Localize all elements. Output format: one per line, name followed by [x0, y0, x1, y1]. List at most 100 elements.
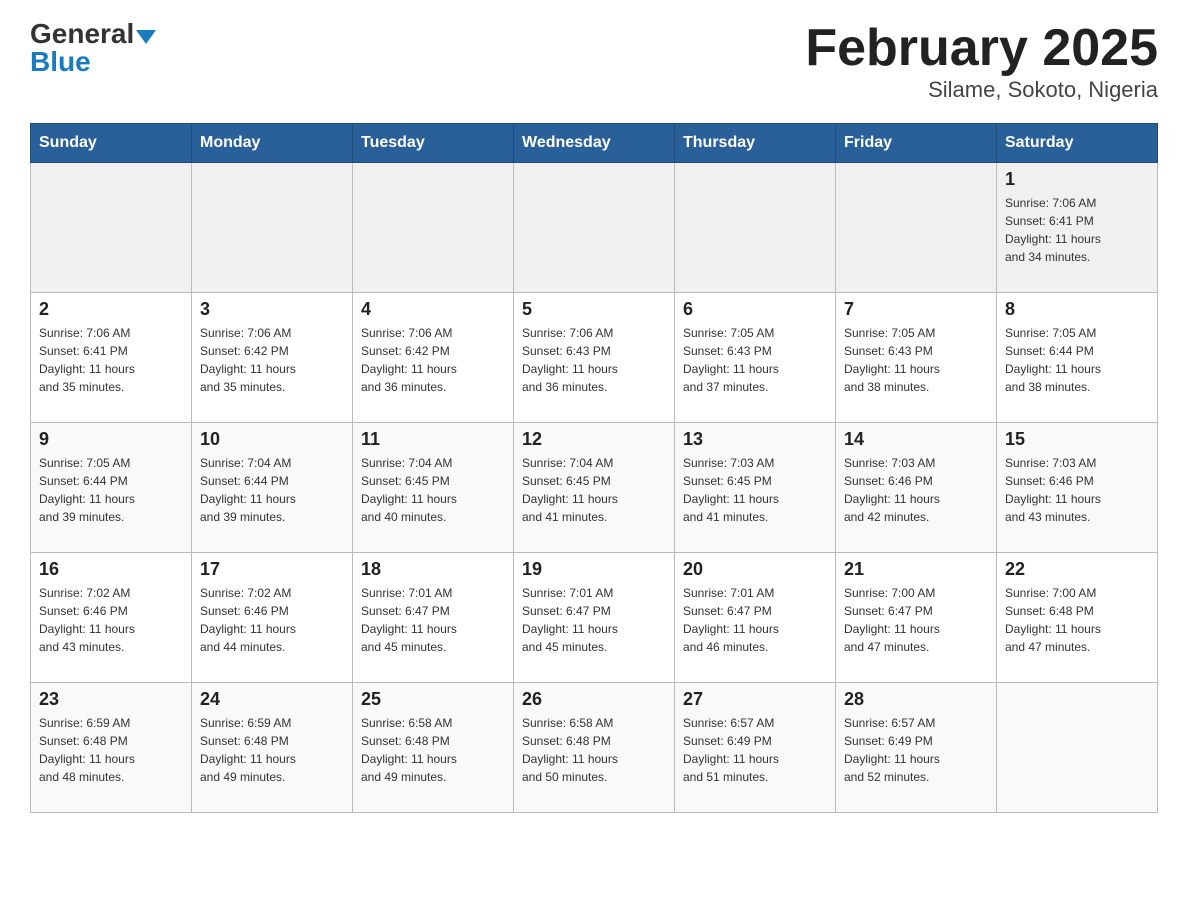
day-info: Sunrise: 7:04 AM Sunset: 6:45 PM Dayligh… [361, 454, 505, 526]
day-number: 17 [200, 559, 344, 580]
day-number: 20 [683, 559, 827, 580]
day-number: 26 [522, 689, 666, 710]
day-number: 6 [683, 299, 827, 320]
day-number: 19 [522, 559, 666, 580]
title-block: February 2025 Silame, Sokoto, Nigeria [805, 20, 1158, 103]
calendar-cell [997, 683, 1158, 813]
day-number: 15 [1005, 429, 1149, 450]
day-info: Sunrise: 7:03 AM Sunset: 6:45 PM Dayligh… [683, 454, 827, 526]
calendar-cell: 16Sunrise: 7:02 AM Sunset: 6:46 PM Dayli… [31, 553, 192, 683]
logo-text: General [30, 20, 156, 48]
col-sunday: Sunday [31, 124, 192, 163]
calendar-cell: 11 Sunrise: 7:04 AM Sunset: 6:45 PM Dayli… [353, 423, 514, 553]
logo-blue: Blue [30, 48, 91, 76]
calendar-cell: 25 Sunrise: 6:58 AM Sunset: 6:48 PM Dayli… [353, 683, 514, 813]
day-number: 8 [1005, 299, 1149, 320]
calendar-cell: 21Sunrise: 7:00 AM Sunset: 6:47 PM Dayli… [836, 553, 997, 683]
calendar-cell [675, 163, 836, 293]
calendar-cell: 10 Sunrise: 7:04 AM Sunset: 6:44 PM Dayli… [192, 423, 353, 553]
day-number: 9 [39, 429, 183, 450]
logo-triangle-icon [136, 30, 156, 44]
day-number: 22 [1005, 559, 1149, 580]
calendar-cell: 12 Sunrise: 7:04 AM Sunset: 6:45 PM Dayli… [514, 423, 675, 553]
calendar-week-5: 23 Sunrise: 6:59 AM Sunset: 6:48 PM Dayli… [31, 683, 1158, 813]
day-number: 21 [844, 559, 988, 580]
logo: General Blue [30, 20, 156, 76]
calendar-header: Sunday Monday Tuesday Wednesday Thursday… [31, 124, 1158, 163]
day-info: Sunrise: 7:03 AM Sunset: 6:46 PM Dayligh… [1005, 454, 1149, 526]
day-number: 10 [200, 429, 344, 450]
calendar-week-2: 2 Sunrise: 7:06 AM Sunset: 6:41 PM Daylig… [31, 293, 1158, 423]
day-info: Sunrise: 7:06 AM Sunset: 6:42 PM Dayligh… [361, 324, 505, 396]
calendar-cell: 3Sunrise: 7:06 AM Sunset: 6:42 PM Daylig… [192, 293, 353, 423]
day-number: 25 [361, 689, 505, 710]
calendar-cell: 26 Sunrise: 6:58 AM Sunset: 6:48 PM Dayli… [514, 683, 675, 813]
day-info: Sunrise: 7:05 AM Sunset: 6:43 PM Dayligh… [683, 324, 827, 396]
calendar-cell: 17Sunrise: 7:02 AM Sunset: 6:46 PM Dayli… [192, 553, 353, 683]
day-info: Sunrise: 6:59 AM Sunset: 6:48 PM Dayligh… [200, 714, 344, 786]
calendar-cell: 4 Sunrise: 7:06 AM Sunset: 6:42 PM Daylig… [353, 293, 514, 423]
col-wednesday: Wednesday [514, 124, 675, 163]
day-info: Sunrise: 7:00 AM Sunset: 6:48 PM Dayligh… [1005, 584, 1149, 656]
day-info: Sunrise: 7:06 AM Sunset: 6:43 PM Dayligh… [522, 324, 666, 396]
day-number: 3 [200, 299, 344, 320]
calendar-cell [836, 163, 997, 293]
calendar-cell: 18Sunrise: 7:01 AM Sunset: 6:47 PM Dayli… [353, 553, 514, 683]
col-friday: Friday [836, 124, 997, 163]
day-info: Sunrise: 7:01 AM Sunset: 6:47 PM Dayligh… [522, 584, 666, 656]
day-number: 2 [39, 299, 183, 320]
calendar-cell: 6 Sunrise: 7:05 AM Sunset: 6:43 PM Daylig… [675, 293, 836, 423]
day-info: Sunrise: 7:06 AM Sunset: 6:41 PM Dayligh… [39, 324, 183, 396]
day-number: 23 [39, 689, 183, 710]
day-info: Sunrise: 7:01 AM Sunset: 6:47 PM Dayligh… [683, 584, 827, 656]
day-number: 7 [844, 299, 988, 320]
col-saturday: Saturday [997, 124, 1158, 163]
calendar-cell: 19 Sunrise: 7:01 AM Sunset: 6:47 PM Dayli… [514, 553, 675, 683]
calendar-cell [514, 163, 675, 293]
day-number: 24 [200, 689, 344, 710]
calendar-cell: 1Sunrise: 7:06 AM Sunset: 6:41 PM Daylig… [997, 163, 1158, 293]
calendar-body: 1 Sunrise: 7:06 AM Sunset: 6:41 PM Daylig… [31, 163, 1158, 813]
day-info: Sunrise: 7:04 AM Sunset: 6:45 PM Dayligh… [522, 454, 666, 526]
day-number: 4 [361, 299, 505, 320]
day-info: Sunrise: 7:05 AM Sunset: 6:44 PM Dayligh… [1005, 324, 1149, 396]
calendar-cell: 22 Sunrise: 7:00 AM Sunset: 6:48 PM Dayli… [997, 553, 1158, 683]
day-number: 27 [683, 689, 827, 710]
day-info: Sunrise: 7:05 AM Sunset: 6:44 PM Dayligh… [39, 454, 183, 526]
day-info: Sunrise: 6:58 AM Sunset: 6:48 PM Dayligh… [361, 714, 505, 786]
day-info: Sunrise: 7:03 AM Sunset: 6:46 PM Dayligh… [844, 454, 988, 526]
calendar-cell [192, 163, 353, 293]
day-info: Sunrise: 6:57 AM Sunset: 6:49 PM Dayligh… [683, 714, 827, 786]
col-tuesday: Tuesday [353, 124, 514, 163]
day-number: 5 [522, 299, 666, 320]
day-info: Sunrise: 6:58 AM Sunset: 6:48 PM Dayligh… [522, 714, 666, 786]
calendar-cell: 14 Sunrise: 7:03 AM Sunset: 6:46 PM Dayli… [836, 423, 997, 553]
day-info: Sunrise: 6:57 AM Sunset: 6:49 PM Dayligh… [844, 714, 988, 786]
day-number: 18 [361, 559, 505, 580]
calendar-week-4: 16Sunrise: 7:02 AM Sunset: 6:46 PM Dayli… [31, 553, 1158, 683]
day-number: 13 [683, 429, 827, 450]
calendar-cell: 23 Sunrise: 6:59 AM Sunset: 6:48 PM Dayli… [31, 683, 192, 813]
calendar-cell: 13 Sunrise: 7:03 AM Sunset: 6:45 PM Dayli… [675, 423, 836, 553]
day-number: 28 [844, 689, 988, 710]
day-number: 1 [1005, 169, 1149, 190]
calendar-table: Sunday Monday Tuesday Wednesday Thursday… [30, 123, 1158, 813]
calendar-cell: 27 Sunrise: 6:57 AM Sunset: 6:49 PM Dayli… [675, 683, 836, 813]
calendar-cell: 24 Sunrise: 6:59 AM Sunset: 6:48 PM Dayli… [192, 683, 353, 813]
page-header: General Blue February 2025 Silame, Sokot… [30, 20, 1158, 103]
calendar-cell: 15 Sunrise: 7:03 AM Sunset: 6:46 PM Dayli… [997, 423, 1158, 553]
day-number: 16 [39, 559, 183, 580]
calendar-cell: 7Sunrise: 7:05 AM Sunset: 6:43 PM Daylig… [836, 293, 997, 423]
calendar-cell: 5 Sunrise: 7:06 AM Sunset: 6:43 PM Daylig… [514, 293, 675, 423]
calendar-cell: 20 Sunrise: 7:01 AM Sunset: 6:47 PM Dayli… [675, 553, 836, 683]
day-number: 14 [844, 429, 988, 450]
calendar-week-1: 1Sunrise: 7:06 AM Sunset: 6:41 PM Daylig… [31, 163, 1158, 293]
day-info: Sunrise: 7:04 AM Sunset: 6:44 PM Dayligh… [200, 454, 344, 526]
day-number: 12 [522, 429, 666, 450]
col-thursday: Thursday [675, 124, 836, 163]
day-info: Sunrise: 6:59 AM Sunset: 6:48 PM Dayligh… [39, 714, 183, 786]
logo-general: General [30, 18, 134, 49]
calendar-cell: 28 Sunrise: 6:57 AM Sunset: 6:49 PM Dayli… [836, 683, 997, 813]
day-number: 11 [361, 429, 505, 450]
calendar-cell [353, 163, 514, 293]
